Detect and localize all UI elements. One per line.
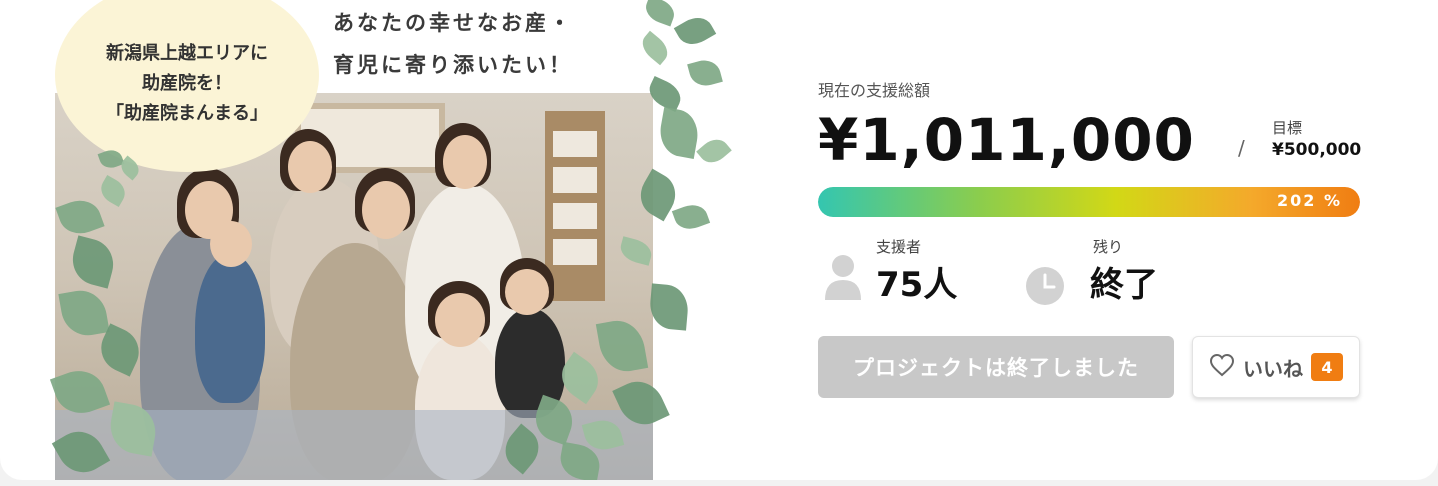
- person-icon: [824, 252, 862, 302]
- hero-catchphrase: あなたの幸せなお産・ 育児に寄り添いたい！: [333, 2, 633, 86]
- catch-line-2: 育児に寄り添いたい！: [333, 53, 573, 77]
- goal-separator: /: [1238, 136, 1245, 160]
- supporters-label: 支援者: [876, 238, 922, 256]
- goal-amount: ¥500,000: [1272, 140, 1362, 160]
- project-ended-button[interactable]: プロジェクトは終了しました: [818, 336, 1174, 398]
- like-label: いいね: [1243, 356, 1303, 381]
- bubble-line-1: 新潟県上越エリアに: [106, 43, 268, 64]
- catch-line-1: あなたの幸せなお産・: [333, 11, 573, 35]
- supporters-value: 75人: [876, 265, 958, 305]
- like-button[interactable]: いいね 4: [1192, 336, 1360, 398]
- total-label: 現在の支援総額: [818, 81, 931, 100]
- goal-label: 目標: [1272, 119, 1303, 137]
- project-hero-image[interactable]: 新潟県上越エリアに 助産院を！ 「助産院まんまる」 あなたの幸せなお産・ 育児に…: [0, 0, 760, 480]
- bubble-line-3: 「助産院まんまる」: [106, 103, 268, 124]
- heart-icon: [1209, 353, 1235, 381]
- remaining-value: 終了: [1090, 265, 1158, 305]
- like-count-badge: 4: [1311, 353, 1343, 381]
- bubble-line-2: 助産院を！: [142, 73, 232, 94]
- project-card: 新潟県上越エリアに 助産院を！ 「助産院まんまる」 あなたの幸せなお産・ 育児に…: [0, 0, 1438, 480]
- total-amount: ¥1,011,000: [818, 106, 1195, 174]
- funding-progress-bar: 202 %: [818, 187, 1360, 217]
- clock-icon: [1025, 266, 1065, 306]
- progress-percent: 202 %: [1277, 191, 1342, 210]
- remaining-label: 残り: [1093, 238, 1124, 256]
